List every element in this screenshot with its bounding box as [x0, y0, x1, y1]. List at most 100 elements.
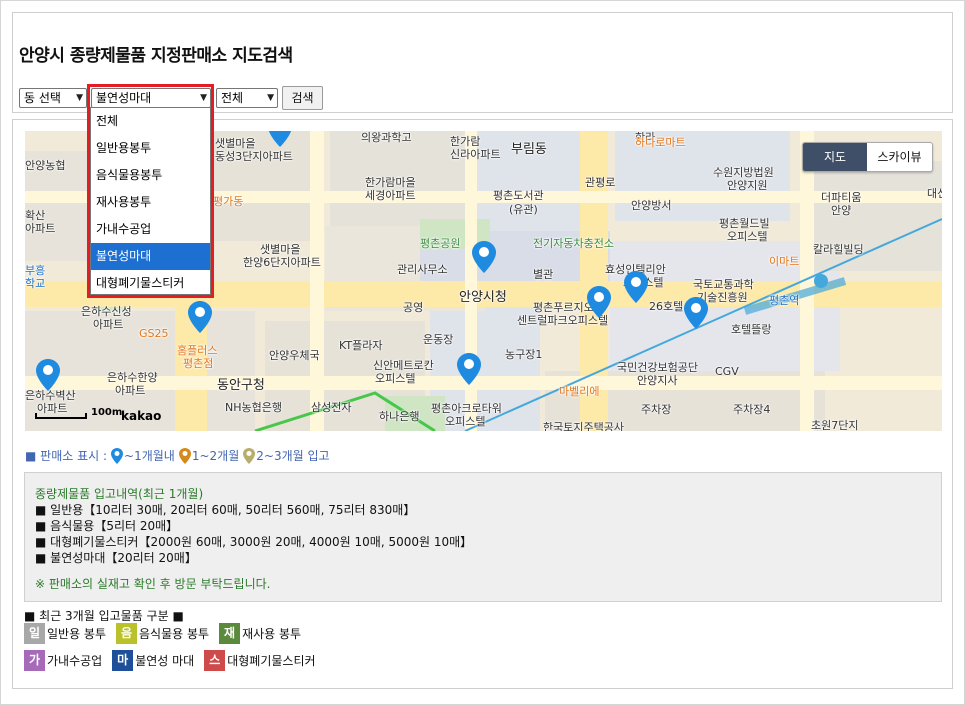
map-label: 마벨리에: [559, 385, 600, 398]
map-label: 안양우체국: [269, 349, 320, 362]
map-label: 관리사무소: [397, 263, 448, 276]
map-label: 칼라힐빌딩: [813, 243, 864, 256]
category-row: 일 일반용 봉투 음 음식물용 봉투 재 재사용 봉투: [24, 622, 311, 644]
map-label: 운동장: [423, 333, 454, 346]
store-pin-recent[interactable]: [472, 241, 496, 273]
map-label: 주차장4: [733, 403, 771, 416]
item-select-value: 불연성마대: [96, 91, 152, 105]
map-label: 은하수한양: [107, 371, 158, 384]
map-label: 안양지사: [637, 374, 678, 387]
category-label: 가내수공업: [47, 653, 103, 668]
page-title: 안양시 종량제물품 지정판매소 지도검색: [19, 46, 293, 66]
item-select[interactable]: 불연성마대 ▼: [91, 88, 211, 108]
legend-prefix: ■ 판매소 표시 :: [25, 449, 108, 463]
map-label: 동성3단지아파트: [215, 150, 293, 163]
map-label: 삼성전자: [311, 401, 352, 414]
category-item: 스 대형폐기물스티커: [204, 649, 316, 671]
category-row: 가 가내수공업 마 불연성 마대 스 대형폐기물스티커: [24, 649, 326, 671]
map-label: 안양지원: [727, 179, 768, 192]
map-label: 오피스텔: [445, 415, 486, 428]
map-label: 26호텔: [649, 300, 684, 313]
map-label: 초원7단지: [811, 419, 859, 431]
map-label: CGV: [715, 365, 739, 378]
store-pin-recent[interactable]: [268, 131, 292, 147]
map-label: 평촌아크로타워: [431, 402, 502, 415]
item-select-dropdown: 전체 일반용봉투 음식물용봉투 재사용봉투 가내수공업 불연성마대 대형폐기물스…: [90, 107, 211, 295]
map-label: 국토교통과학: [693, 278, 754, 291]
info-title: 종량제물품 입고내역(최근 1개월): [35, 487, 204, 501]
category-badge: 일: [24, 622, 45, 644]
dropdown-option[interactable]: 가내수공업: [91, 216, 210, 243]
map-label: 주차장: [641, 403, 672, 416]
category-item: 가 가내수공업: [24, 649, 103, 671]
store-pin-recent[interactable]: [684, 297, 708, 329]
map-label: 평촌도서관: [493, 189, 544, 202]
dropdown-option[interactable]: 대형폐기물스티커: [91, 270, 210, 297]
notice: ※ 판매소의 실재고 확인 후 방문 부탁드립니다.: [35, 577, 271, 591]
map-label: 평촌공원: [420, 237, 461, 250]
map-label: 대선: [927, 187, 942, 200]
map-label: 아파트: [25, 222, 56, 235]
map-label: 아파트: [115, 384, 146, 397]
category-badge: 재: [219, 622, 241, 644]
map-label: 확산: [25, 209, 46, 222]
map-label: 안양시청: [459, 290, 507, 305]
scale-bar: [35, 413, 87, 419]
map-label: 한양6단지아파트: [243, 256, 321, 269]
dropdown-option-selected[interactable]: 불연성마대: [91, 243, 210, 270]
map-label: 의왕과학고: [361, 131, 412, 144]
map-label: 이마트: [769, 255, 800, 268]
store-pin-recent[interactable]: [624, 271, 648, 303]
category-badge: 스: [204, 649, 226, 671]
legend-mid: 1~2개월: [191, 449, 240, 463]
period-select[interactable]: 전체 ▼: [216, 88, 278, 108]
map-label: 평촌월드빌: [719, 217, 770, 230]
kakao-logo: kakao: [121, 409, 162, 423]
pin-blue-icon: [111, 447, 124, 464]
legend-recent: ~1개월내: [124, 449, 175, 463]
category-item: 일 일반용 봉투: [24, 622, 106, 644]
map-label: 하나은행: [379, 410, 420, 423]
store-pin-recent[interactable]: [587, 286, 611, 318]
dong-select-value: 동 선택: [24, 91, 61, 105]
map-label: 한가람마을: [365, 176, 416, 189]
map-label: KT플라자: [339, 339, 383, 352]
info-line: ■ 불연성마대【20리터 20매】: [35, 551, 197, 565]
category-badge: 가: [24, 649, 45, 671]
map-type-map-button[interactable]: 지도: [803, 143, 867, 171]
store-pin-recent[interactable]: [36, 359, 60, 391]
info-line: ■ 일반용【10리터 30매, 20리터 60매, 50리터 560매, 75리…: [35, 503, 416, 517]
map-label: 별관: [533, 268, 554, 281]
chevron-down-icon: ▼: [200, 93, 207, 103]
category-label: 대형폐기물스티커: [227, 653, 316, 668]
chevron-down-icon: ▼: [76, 93, 83, 103]
map-label: 한가람: [450, 135, 481, 148]
map-label: NH농협은행: [225, 401, 282, 414]
map-label: 은하수신성: [81, 305, 132, 318]
map-label: 아파트: [93, 318, 124, 331]
map-type-skyview-button[interactable]: 스카이뷰: [867, 143, 932, 171]
map-label: 공영: [403, 301, 424, 314]
map-label: 안양: [831, 204, 852, 217]
map-label: 더파티움: [821, 191, 862, 204]
store-pin-recent[interactable]: [457, 353, 481, 385]
dropdown-option[interactable]: 음식물용봉투: [91, 162, 210, 189]
map-label: 수원지방법원: [713, 166, 774, 179]
category-item: 음 음식물용 봉투: [116, 622, 209, 644]
category-label: 불연성 마대: [135, 653, 195, 668]
category-badge: 음: [116, 622, 138, 644]
map-label: 평가동: [213, 195, 244, 208]
dropdown-option[interactable]: 일반용봉투: [91, 135, 210, 162]
store-pin-recent[interactable]: [188, 301, 212, 333]
search-button[interactable]: 검색: [282, 86, 323, 110]
map-label: 평촌점: [183, 357, 214, 370]
dropdown-option[interactable]: 재사용봉투: [91, 189, 210, 216]
dropdown-option[interactable]: 전체: [91, 108, 210, 135]
map-label: 오피스텔: [375, 372, 416, 385]
dong-select[interactable]: 동 선택 ▼: [19, 88, 87, 108]
map-label: 학교: [25, 277, 46, 290]
map-label: 하나로마트: [635, 136, 686, 149]
category-item: 마 불연성 마대: [112, 649, 195, 671]
map-label: 부림동: [511, 142, 547, 157]
search-panel: 안양시 종량제물품 지정판매소 지도검색 동 선택 ▼ 불연성마대 ▼ 전체 ▼…: [12, 12, 953, 113]
